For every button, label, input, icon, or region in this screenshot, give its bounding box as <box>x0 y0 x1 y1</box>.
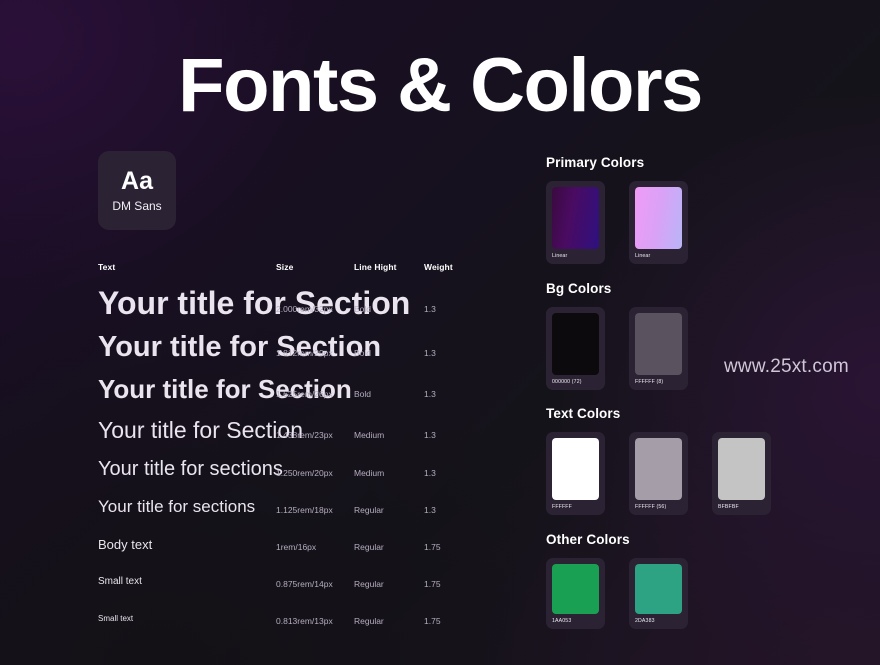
color-swatch-chip <box>552 564 599 614</box>
font-family-name: DM Sans <box>112 198 162 213</box>
color-swatch-card[interactable]: FFFFFF (8) <box>629 307 688 390</box>
type-sample-text: Small text <box>98 614 134 623</box>
color-swatch-card[interactable]: FFFFFF (56) <box>629 432 688 515</box>
color-section: Bg Colors 000000 (72) FFFFFF (8) <box>546 281 688 390</box>
swatch-row: 1AA053 2DA383 <box>546 558 688 629</box>
type-size-value: 1.250rem/20px <box>276 468 333 478</box>
font-sample-aa: Aa <box>121 167 153 196</box>
type-sample-text: Your title for sections <box>98 458 283 480</box>
type-size-value: 1rem/16px <box>276 542 317 552</box>
color-swatch-chip <box>552 187 599 249</box>
color-section: Text Colors FFFFFF FFFFFF (56) BFBFBF <box>546 406 771 515</box>
type-weight-value: 1.3 <box>424 430 436 440</box>
type-weight-value: 1.75 <box>424 616 441 626</box>
color-swatch-chip <box>552 313 599 375</box>
type-sample-text: Your title for Section <box>98 417 303 443</box>
color-swatch-label: BFBFBF <box>718 504 739 510</box>
column-header-text: Text <box>98 262 116 272</box>
color-swatch-card[interactable]: 000000 (72) <box>546 307 605 390</box>
color-section: Other Colors 1AA053 2DA383 <box>546 532 688 629</box>
color-swatch-label: 000000 (72) <box>552 379 582 385</box>
typography-table: Text Size Line Hight Weight Your title f… <box>98 262 550 626</box>
column-header-weight: Weight <box>424 262 453 272</box>
color-swatch-label: FFFFFF <box>552 504 572 510</box>
type-weight-value: 1.3 <box>424 304 436 314</box>
style-guide-page: Fonts & Colors Aa DM Sans Text Size Line… <box>0 0 880 665</box>
watermark: www.25xt.com <box>724 356 849 377</box>
type-sample-text: Small text <box>98 576 142 587</box>
column-header-size: Size <box>276 262 294 272</box>
color-swatch-card[interactable]: 1AA053 <box>546 558 605 629</box>
type-line-height-value: Regular <box>354 505 384 515</box>
color-swatch-card[interactable]: Linear <box>546 181 605 264</box>
color-section-title: Primary Colors <box>546 155 645 170</box>
color-swatch-label: 1AA053 <box>552 618 572 624</box>
type-line-height-value: Medium <box>354 430 385 440</box>
type-size-value: 1.625rem/26px <box>276 389 333 399</box>
color-swatch-card[interactable]: BFBFBF <box>712 432 771 515</box>
color-swatch-label: FFFFFF (8) <box>635 379 664 385</box>
type-size-value: 1.812rem/29px <box>276 348 333 358</box>
type-size-value: 1.438rem/23px <box>276 430 333 440</box>
color-swatch-card[interactable]: Linear <box>629 181 688 264</box>
type-line-height-value: Bold <box>354 304 372 314</box>
type-line-height-value: Bold <box>354 389 372 399</box>
type-size-value: 0.875rem/14px <box>276 579 333 589</box>
swatch-row: Linear Linear <box>546 181 688 264</box>
type-sample-text: Body text <box>98 537 153 552</box>
type-sample-text: Your title for sections <box>98 497 256 516</box>
color-section-title: Other Colors <box>546 532 630 547</box>
color-swatch-chip <box>635 187 682 249</box>
color-section: Primary Colors Linear Linear <box>546 155 688 264</box>
color-section-title: Text Colors <box>546 406 621 421</box>
type-line-height-value: Regular <box>354 542 384 552</box>
type-size-value: 1.125rem/18px <box>276 505 333 515</box>
font-family-card[interactable]: Aa DM Sans <box>98 151 176 230</box>
column-header-line-height: Line Hight <box>354 262 397 272</box>
type-line-height-value: Regular <box>354 616 384 626</box>
type-weight-value: 1.3 <box>424 389 436 399</box>
color-swatch-label: 2DA383 <box>635 618 655 624</box>
type-line-height-value: Regular <box>354 579 384 589</box>
color-swatch-chip <box>635 438 682 500</box>
color-swatch-chip <box>635 313 682 375</box>
type-weight-value: 1.3 <box>424 505 436 515</box>
color-section-title: Bg Colors <box>546 281 612 296</box>
type-weight-value: 1.3 <box>424 348 436 358</box>
type-line-height-value: Bold <box>354 348 372 358</box>
type-weight-value: 1.75 <box>424 579 441 589</box>
color-swatch-card[interactable]: 2DA383 <box>629 558 688 629</box>
color-swatch-label: FFFFFF (56) <box>635 504 667 510</box>
color-swatch-chip <box>718 438 765 500</box>
type-line-height-value: Medium <box>354 468 385 478</box>
color-swatch-chip <box>635 564 682 614</box>
page-title: Fonts & Colors <box>178 43 703 128</box>
table-header-row: Text Size Line Hight Weight <box>98 262 550 284</box>
type-sample-text: Your title for Section <box>98 331 382 363</box>
swatch-row: 000000 (72) FFFFFF (8) <box>546 307 688 390</box>
swatch-row: FFFFFF FFFFFF (56) BFBFBF <box>546 432 771 515</box>
color-swatch-chip <box>552 438 599 500</box>
type-weight-value: 1.75 <box>424 542 441 552</box>
type-weight-value: 1.3 <box>424 468 436 478</box>
color-swatch-card[interactable]: FFFFFF <box>546 432 605 515</box>
color-swatch-label: Linear <box>635 253 651 259</box>
type-size-value: 2.000rem/32px <box>276 304 333 314</box>
type-size-value: 0.813rem/13px <box>276 616 333 626</box>
color-swatch-label: Linear <box>552 253 568 259</box>
